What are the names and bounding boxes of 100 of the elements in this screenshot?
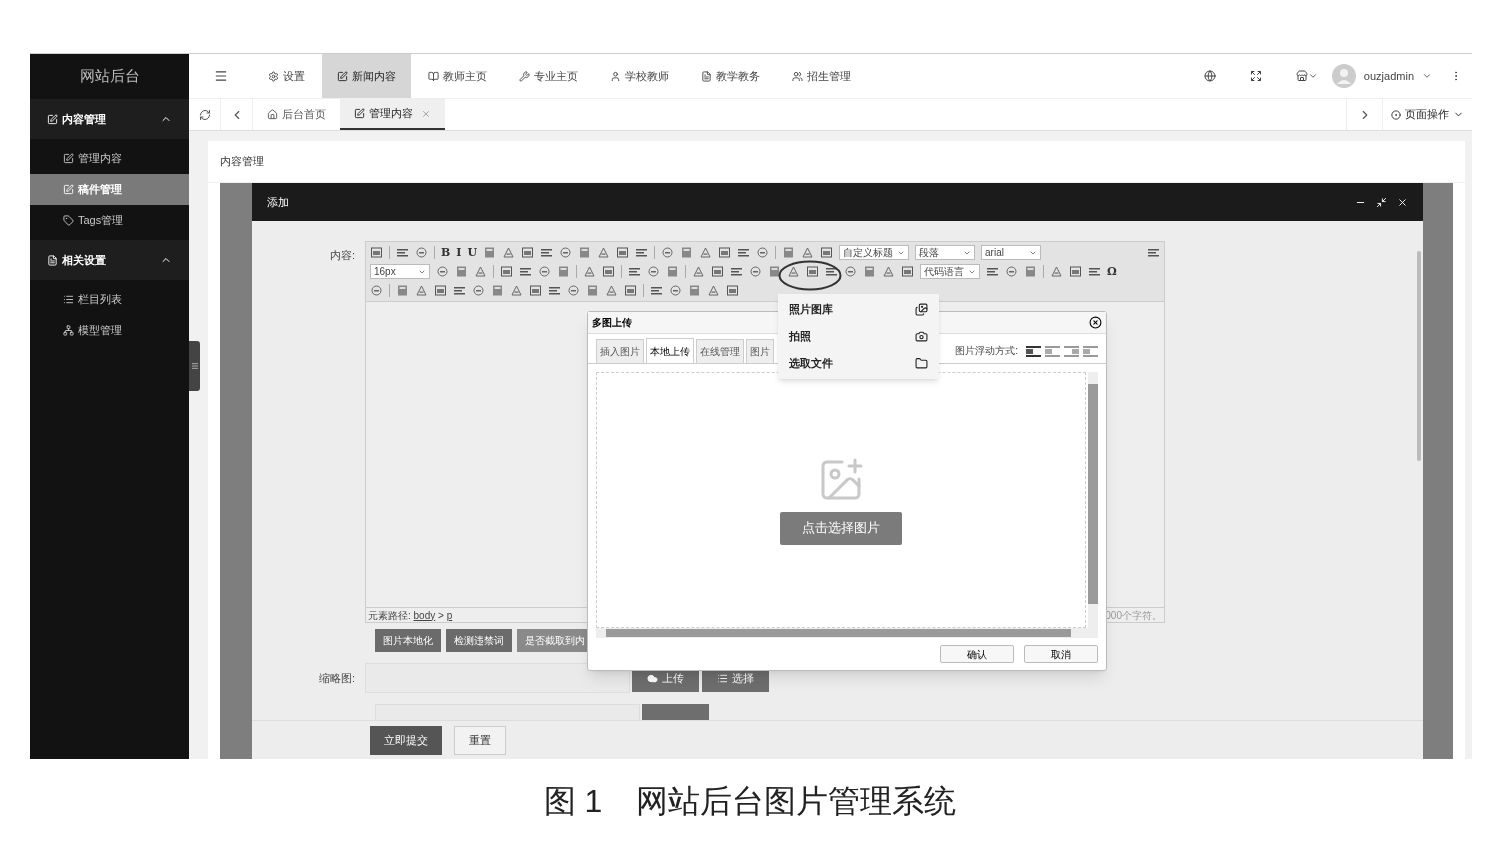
fullscreen-icon[interactable] <box>1249 70 1262 82</box>
format-icon[interactable] <box>559 246 573 259</box>
format-icon[interactable] <box>1069 265 1082 278</box>
menu-icon[interactable] <box>214 69 228 83</box>
toolbar-select[interactable]: 段落 <box>915 245 976 260</box>
dialog-button[interactable]: 确认 <box>940 645 1014 663</box>
format-icon[interactable] <box>825 265 838 278</box>
format-icon[interactable] <box>635 246 649 259</box>
format-icon[interactable] <box>434 284 447 297</box>
format-icon[interactable] <box>787 265 800 278</box>
format-icon[interactable] <box>415 246 428 259</box>
close-icon[interactable] <box>1397 196 1408 208</box>
nav-tab[interactable]: 学校教师 <box>595 54 684 98</box>
sidebar-item[interactable]: 栏目列表 <box>30 284 189 315</box>
nav-tab[interactable]: 招生管理 <box>777 54 866 98</box>
sidebar-item[interactable]: 模型管理 <box>30 315 189 346</box>
format-button[interactable]: I <box>456 247 462 258</box>
drop-zone[interactable]: 点击选择图片 <box>596 372 1086 628</box>
users-icon <box>792 70 803 82</box>
format-icon[interactable] <box>768 265 781 278</box>
toolbar-select[interactable]: arial <box>981 245 1042 260</box>
page-tab[interactable]: 后台首页 <box>253 99 340 130</box>
sidebar-item[interactable]: 管理内容 <box>30 143 189 174</box>
format-icon[interactable] <box>844 265 857 278</box>
format-button[interactable]: B <box>441 247 451 258</box>
format-icon[interactable] <box>718 246 732 259</box>
format-icon[interactable] <box>624 284 637 297</box>
globe-icon[interactable] <box>1203 70 1216 82</box>
format-icon[interactable] <box>756 246 770 259</box>
page-actions-menu[interactable]: 页面操作 <box>1382 99 1472 130</box>
nav-tab[interactable]: 专业主页 <box>504 54 593 98</box>
format-icon[interactable] <box>669 284 682 297</box>
format-icon[interactable] <box>730 265 743 278</box>
toolbar-select[interactable]: 16px <box>370 264 430 279</box>
format-icon[interactable] <box>1088 265 1101 278</box>
dialog-tab[interactable]: 图片 <box>746 339 774 363</box>
format-icon[interactable] <box>538 265 551 278</box>
menu-item[interactable]: 照片图库 <box>778 296 939 323</box>
toolbar-select[interactable]: 代码语言 <box>920 264 980 279</box>
format-icon[interactable] <box>500 265 513 278</box>
format-icon[interactable] <box>628 265 641 278</box>
menu-group-header[interactable]: 内容管理 <box>30 99 189 139</box>
form-button[interactable]: 立即提交 <box>370 725 442 755</box>
nav-tab[interactable]: 教师主页 <box>413 54 502 98</box>
format-icon[interactable] <box>616 246 630 259</box>
menu-item[interactable]: 拍照 <box>778 323 939 350</box>
scrollbar-thumb[interactable] <box>1417 251 1421 461</box>
format-icon[interactable] <box>370 284 383 297</box>
format-button[interactable]: Ω <box>1107 266 1117 277</box>
toolbar-select[interactable]: 自定义标题 <box>839 245 910 260</box>
format-button[interactable]: U <box>467 247 478 258</box>
format-icon[interactable] <box>901 265 914 278</box>
nav-tab[interactable]: 设置 <box>253 54 320 98</box>
format-icon[interactable] <box>711 265 724 278</box>
align-icon[interactable] <box>1026 344 1041 357</box>
editor-action-button[interactable]: 图片本地化 <box>375 629 441 652</box>
format-icon[interactable] <box>647 265 660 278</box>
form-button[interactable]: 重置 <box>454 725 506 755</box>
format-icon[interactable] <box>737 246 751 259</box>
format-icon[interactable] <box>1005 265 1018 278</box>
format-icon[interactable] <box>540 246 554 259</box>
format-icon[interactable] <box>370 246 383 259</box>
sidebar-item[interactable]: Tags管理 <box>30 205 189 236</box>
format-icon[interactable] <box>820 246 834 259</box>
dialog-button[interactable]: 取消 <box>1024 645 1098 663</box>
format-icon[interactable] <box>529 284 542 297</box>
refresh-icon[interactable] <box>198 108 211 121</box>
format-icon[interactable] <box>519 265 532 278</box>
sidebar-item[interactable]: 稿件管理 <box>30 174 189 205</box>
input-field[interactable] <box>365 663 630 693</box>
format-icon[interactable] <box>396 246 409 259</box>
format-icon[interactable] <box>986 265 999 278</box>
nav-tab[interactable]: 新闻内容 <box>322 54 411 98</box>
user-menu[interactable]: ouzjadmin <box>1331 64 1432 88</box>
format-icon[interactable] <box>436 265 449 278</box>
format-icon[interactable] <box>650 284 663 297</box>
editor-action-button[interactable]: 检测违禁词 <box>446 629 512 652</box>
format-icon[interactable] <box>661 246 675 259</box>
select-image-button[interactable]: 点击选择图片 <box>780 511 902 545</box>
format-icon[interactable] <box>806 265 819 278</box>
format-icon[interactable] <box>726 284 739 297</box>
format-icon[interactable] <box>1147 246 1160 259</box>
nav-tab[interactable]: 教学教务 <box>686 54 775 98</box>
dialog-tab[interactable]: 本地上传 <box>646 338 694 363</box>
restore-icon[interactable] <box>1376 196 1387 208</box>
format-icon[interactable] <box>567 284 580 297</box>
format-icon[interactable] <box>521 246 535 259</box>
format-icon[interactable] <box>472 284 485 297</box>
dialog-tab[interactable]: 在线管理 <box>696 339 744 363</box>
format-icon[interactable] <box>548 284 561 297</box>
collapse-handle[interactable] <box>189 341 200 391</box>
close-icon[interactable] <box>1089 316 1102 329</box>
store-menu[interactable] <box>1295 70 1318 82</box>
scrollbar-thumb[interactable] <box>606 629 1071 637</box>
format-icon[interactable] <box>749 265 762 278</box>
dialog-tab[interactable]: 插入图片 <box>596 339 644 363</box>
page-tab[interactable]: 管理内容 <box>340 99 445 130</box>
menu-group-header[interactable]: 相关设置 <box>30 240 189 280</box>
format-icon[interactable] <box>602 265 615 278</box>
format-icon[interactable] <box>453 284 466 297</box>
